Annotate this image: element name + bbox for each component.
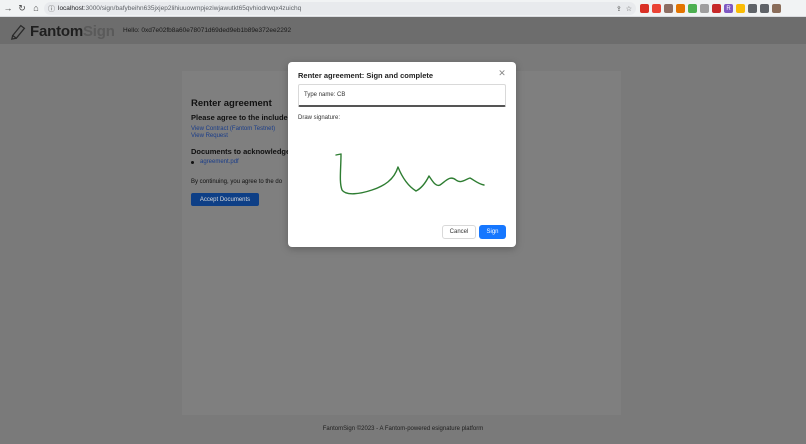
info-icon[interactable]: ⓘ — [48, 4, 58, 14]
ext-h-icon[interactable]: R — [724, 4, 733, 13]
footer: FantomSign ©2023 - A Fantom-powered esig… — [322, 426, 484, 432]
documents-heading: Documents to acknowledge: — [191, 147, 293, 156]
ext-d-icon[interactable] — [676, 4, 685, 13]
agree-heading: Please agree to the included d — [191, 113, 299, 122]
ext-c-icon[interactable] — [664, 4, 673, 13]
close-icon[interactable]: ✕ — [497, 68, 507, 78]
app-header: FantomSign Hello: 0xd7e02fb8a60e78071d69… — [0, 17, 806, 44]
logo-text: FantomSign — [30, 22, 115, 40]
ext-j-icon[interactable] — [748, 4, 757, 13]
agreement-title: Renter agreement — [191, 98, 272, 109]
document-link[interactable]: agreement.pdf — [200, 159, 239, 165]
name-input[interactable]: Type name: CB — [298, 84, 506, 107]
continue-text: By continuing, you agree to the do — [191, 179, 283, 185]
ext-l-icon[interactable] — [772, 4, 781, 13]
back-icon[interactable]: → — [2, 1, 14, 15]
sign-button[interactable]: Sign — [479, 225, 506, 239]
ext-g-icon[interactable] — [712, 4, 721, 13]
pen-logo-icon — [10, 24, 26, 40]
ext-e-icon[interactable] — [688, 4, 697, 13]
draw-signature-label: Draw signature: — [298, 115, 341, 121]
accept-documents-button[interactable]: Accept Documents — [191, 193, 259, 206]
reload-icon[interactable]: ↻ — [16, 1, 28, 15]
logo[interactable]: FantomSign — [10, 21, 115, 41]
signature-stroke — [335, 153, 485, 195]
document-list-item[interactable]: agreement.pdf — [191, 159, 239, 165]
cancel-button[interactable]: Cancel — [442, 225, 476, 239]
ext-f-icon[interactable] — [700, 4, 709, 13]
view-request-link[interactable]: View Request — [191, 133, 228, 139]
url-text: localhost:3000/sign/bafybeihn635jxjep2li… — [58, 5, 302, 12]
browser-toolbar: → ↻ ⌂ ⓘ localhost:3000/sign/bafybeihn635… — [0, 0, 806, 17]
view-contract-link[interactable]: View Contract (Fantom Testnet) — [191, 126, 275, 132]
ext-b-icon[interactable] — [652, 4, 661, 13]
ext-k-icon[interactable] — [760, 4, 769, 13]
ext-i-icon[interactable] — [736, 4, 745, 13]
signature-canvas[interactable] — [298, 124, 506, 214]
extensions-bar: R — [640, 3, 781, 14]
sign-modal: Renter agreement: Sign and complete ✕ Ty… — [288, 62, 516, 247]
ext-a-icon[interactable] — [640, 4, 649, 13]
modal-title: Renter agreement: Sign and complete — [298, 71, 434, 80]
address-bar[interactable]: ⓘ localhost:3000/sign/bafybeihn635jxjep2… — [44, 2, 636, 15]
home-icon[interactable]: ⌂ — [30, 1, 42, 15]
star-icon[interactable]: ☆ — [626, 5, 632, 13]
bullet — [191, 160, 194, 164]
share-icon[interactable]: ⇪ — [616, 5, 622, 13]
wallet-greeting: Hello: 0xd7e02fb8a60e78071d69ded9eb1b89e… — [123, 27, 292, 34]
